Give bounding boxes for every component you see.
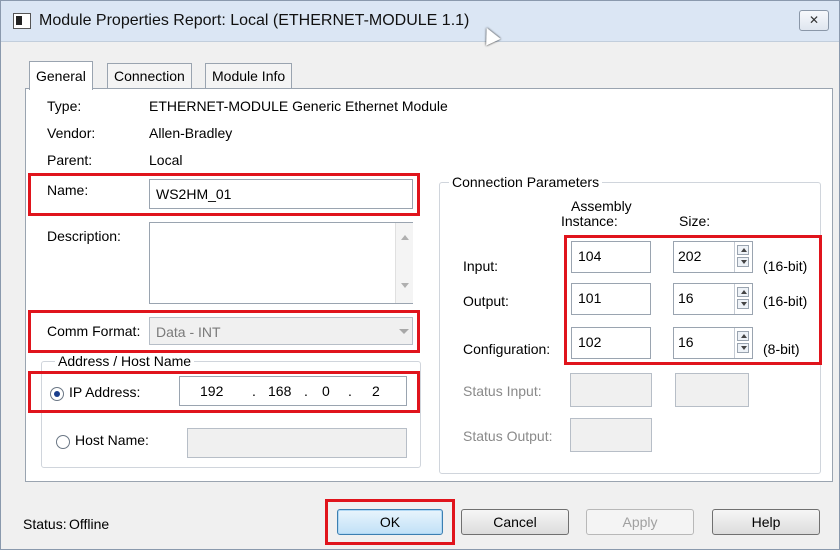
host-name-label: Host Name: [75, 432, 149, 448]
comm-format-highlight [28, 310, 420, 353]
connection-parameters-label: Connection Parameters [449, 174, 603, 190]
size-header: Size: [679, 213, 711, 229]
input-row-label: Input: [463, 258, 499, 274]
connection-parameters-highlight [564, 235, 822, 365]
tab-general[interactable]: General [29, 61, 93, 90]
instance-header-line2: Instance: [561, 213, 618, 229]
status-input-size-field[interactable] [675, 373, 749, 407]
tab-connection[interactable]: Connection [107, 63, 192, 88]
apply-button[interactable]: Apply [586, 509, 694, 535]
type-label: Type: [47, 98, 82, 114]
cancel-button[interactable]: Cancel [461, 509, 569, 535]
address-group-label: Address / Host Name [55, 353, 195, 369]
host-name-field[interactable] [187, 428, 407, 458]
parent-value: Local [149, 152, 183, 168]
status-label: Status: [23, 516, 67, 532]
scroll-down-icon [401, 283, 409, 288]
vendor-value: Allen-Bradley [149, 125, 233, 141]
configuration-row-label: Configuration: [463, 341, 551, 357]
dialog-window: Module Properties Report: Local (ETHERNE… [0, 0, 840, 550]
window-title: Module Properties Report: Local (ETHERNE… [39, 12, 470, 29]
ok-button-highlight [325, 499, 455, 545]
help-button[interactable]: Help [712, 509, 820, 535]
description-label: Description: [47, 228, 121, 244]
description-scrollbar[interactable] [395, 223, 413, 303]
close-button[interactable]: ✕ [799, 10, 829, 31]
parent-label: Parent: [47, 152, 93, 168]
status-input-field[interactable] [570, 373, 652, 407]
status-output-field[interactable] [570, 418, 652, 452]
host-name-radio[interactable] [56, 435, 70, 449]
type-value: ETHERNET-MODULE Generic Ethernet Module [149, 98, 448, 114]
tab-module-info[interactable]: Module Info [205, 63, 293, 88]
status-value: Offline [69, 516, 110, 532]
description-field[interactable] [149, 222, 413, 304]
app-icon [13, 13, 31, 29]
name-highlight [28, 173, 420, 216]
title-bar[interactable]: Module Properties Report: Local (ETHERNE… [1, 1, 839, 42]
status-input-label: Status Input: [463, 383, 542, 399]
output-row-label: Output: [463, 293, 509, 309]
assembly-header-line1: Assembly [571, 198, 632, 214]
scroll-up-icon [401, 235, 409, 240]
vendor-label: Vendor: [47, 125, 96, 141]
ip-address-highlight [28, 371, 420, 413]
status-output-label: Status Output: [463, 428, 553, 444]
